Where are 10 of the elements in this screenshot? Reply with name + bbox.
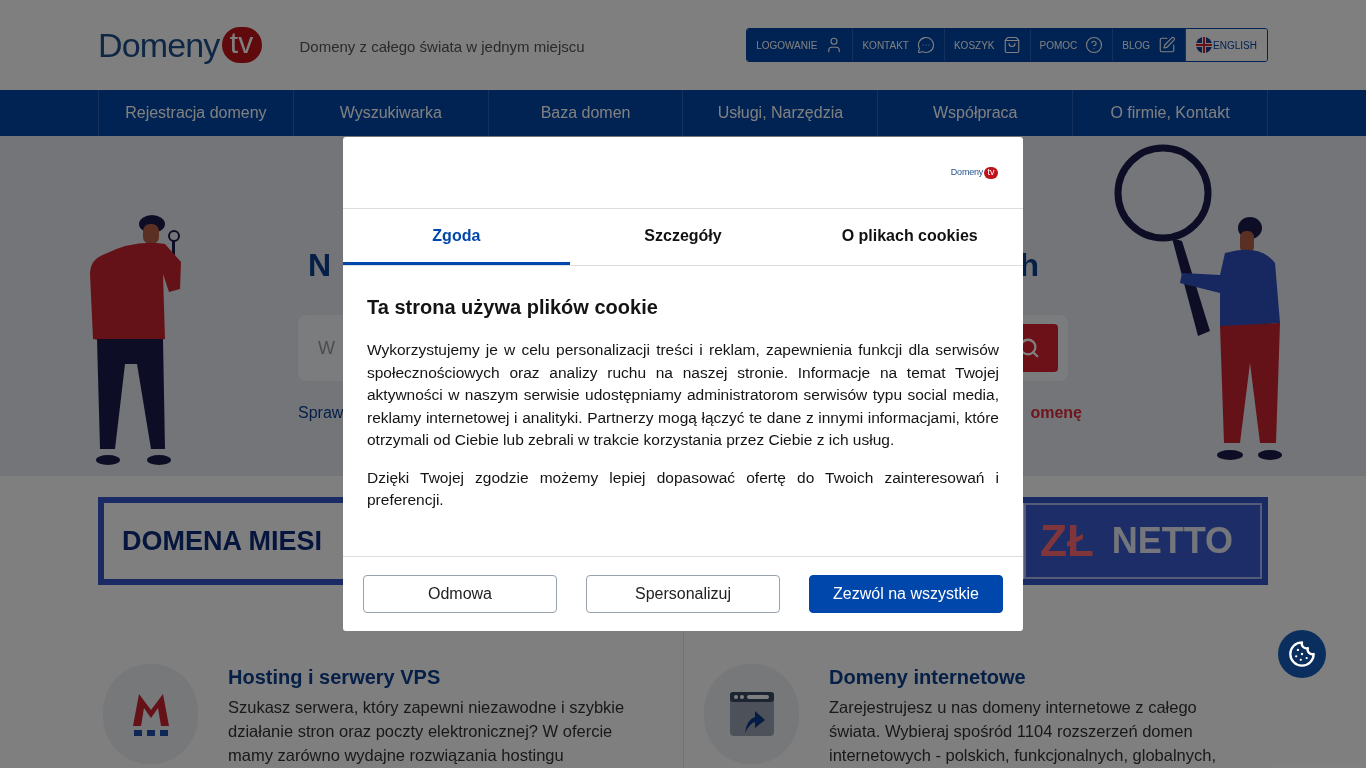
- feature-text: Szukasz serwera, który zapewni niezawodne i szybkie działanie stron oraz poczty elektronicznej? W ofercie mamy zarówno wydajne rozwiązania hostingu: [228, 697, 626, 766]
- dialog-title: Ta strona używa plików cookie: [367, 295, 659, 320]
- banner-text: NETTO: [1111, 519, 1234, 563]
- feature-text: Zarejestrujesz u nas domeny internetowe z całego świata. Wybieraj spośród 1104 rozszerzeń domen internetowych - polskich, funkcjonalnych, globalnych,: [829, 697, 1218, 766]
- dialog-paragraph: Dzięki Twojej zgodzie możemy lepiej dopasować ofertę do Twoich zainteresowań i preferencji.: [367, 467, 999, 510]
- banner-currency: ZŁ: [1040, 515, 1094, 567]
- heading-fragment: N: [308, 246, 332, 284]
- tagline: Domeny z całego świata w jednym miejscu: [299, 36, 585, 57]
- banner-text: DOMENA MIESI: [122, 524, 322, 558]
- dialog-paragraph: Wykorzystujemy je w celu personalizacji treści i reklam, zapewnienia funkcji dla serwisów społecznościowych oraz analizy ruchu na naszej stronie. Informacje na temat Twojej aktywności w naszym serwisie udostępniamy administratorom serwisów typu social media, reklamy internetowej i analityki. Partnerzy mogą łączyć te dane z innymi informacjami, które otrzymali od Ciebie lub zebrali w trakcie korzystania przez Ciebie z ich usług.: [367, 340, 999, 450]
